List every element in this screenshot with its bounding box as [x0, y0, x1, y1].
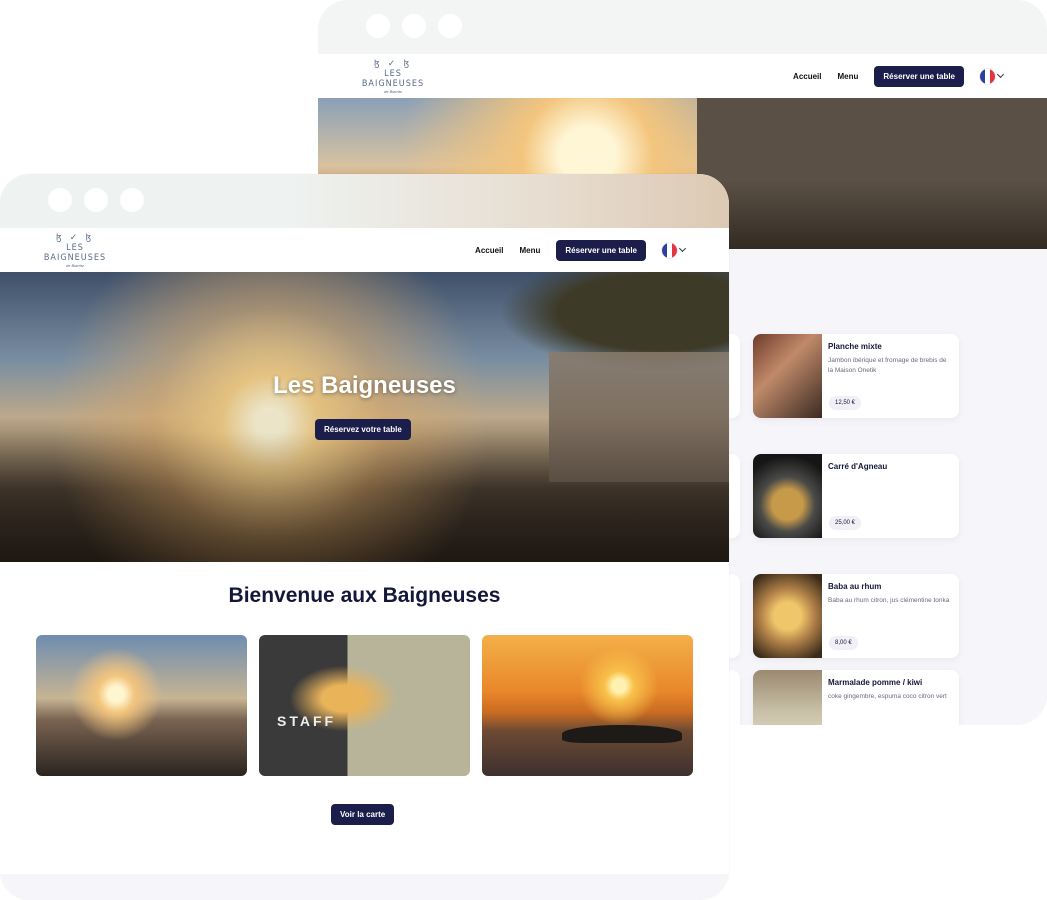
window-dot [48, 188, 72, 212]
gallery-photo-sunset[interactable] [482, 635, 693, 776]
hero-reserve-button[interactable]: Réservez votre table [315, 419, 411, 440]
menu-card[interactable]: Baba au rhum Baba au rhum citron, jus cl… [753, 574, 959, 658]
window-chrome [318, 0, 1047, 54]
window-dot [84, 188, 108, 212]
front-browser-window: ɮ ✓ ɮ LES BAIGNEUSES de Biarritz Accueil… [0, 174, 729, 900]
dish-image [753, 454, 822, 538]
language-selector[interactable] [662, 242, 687, 258]
dish-title: Planche mixte [828, 342, 882, 351]
staff-shirt-text: STAFF [277, 713, 337, 729]
dish-title: Carré d'Agneau [828, 462, 888, 471]
chevron-down-icon [996, 70, 1005, 79]
window-dot [120, 188, 144, 212]
site-logo[interactable]: ɮ ✓ ɮ LES BAIGNEUSES de Biarritz [40, 232, 110, 268]
dish-title: Baba au rhum [828, 582, 882, 591]
menu-card[interactable]: Marmalade pomme / kiwi coke gingembre, e… [753, 670, 959, 725]
welcome-heading: Bienvenue aux Baigneuses [228, 584, 501, 607]
view-menu-button[interactable]: Voir la carte [331, 804, 395, 825]
dish-image [753, 334, 822, 418]
dish-description: Baba au rhum citron, jus clémentine tonk… [828, 597, 950, 604]
menu-card-stub [728, 574, 740, 658]
gallery-photo-staff[interactable]: STAFF [259, 635, 470, 776]
dish-price: 8,00 € [829, 636, 858, 650]
menu-card[interactable]: Carré d'Agneau 25,00 € [753, 454, 959, 538]
dish-price: 25,00 € [829, 516, 862, 530]
hero-section: Les Baigneuses Réservez votre table [0, 272, 729, 562]
logo-subtitle: de Biarritz [65, 263, 84, 268]
nav-menu-link[interactable]: Menu [520, 246, 541, 255]
dish-image [753, 670, 822, 725]
nav-menu-link[interactable]: Menu [838, 72, 859, 81]
logo-name: LES BAIGNEUSES [361, 69, 425, 89]
dish-price: 12,50 € [829, 396, 862, 410]
france-flag-icon [662, 242, 677, 258]
menu-card[interactable]: Planche mixte Jambon ibérique et fromage… [753, 334, 959, 418]
logo-mark: ɮ ✓ ɮ [374, 58, 412, 68]
page-footer [0, 874, 729, 900]
menu-card-stub [728, 334, 740, 418]
menu-card-stub [728, 670, 740, 725]
gallery-photo-terrace[interactable] [36, 635, 247, 776]
dish-description: Jambon ibérique et fromage de brebis de … [828, 357, 947, 374]
hero-title: Les Baigneuses [273, 372, 456, 399]
language-selector[interactable] [980, 68, 1005, 84]
dish-title: Marmalade pomme / kiwi [828, 678, 923, 687]
france-flag-icon [980, 68, 995, 84]
nav-home-link[interactable]: Accueil [793, 72, 821, 81]
nav-home-link[interactable]: Accueil [475, 246, 503, 255]
logo-mark: ɮ ✓ ɮ [56, 232, 94, 242]
site-header: ɮ ✓ ɮ LES BAIGNEUSES de Biarritz Accueil… [318, 54, 1047, 98]
logo-subtitle: de Biarritz [383, 89, 402, 94]
rock-silhouette [562, 725, 682, 743]
reserve-table-button[interactable]: Réserver une table [874, 65, 964, 87]
window-dot [366, 14, 390, 38]
site-header: ɮ ✓ ɮ LES BAIGNEUSES de Biarritz Accueil… [0, 228, 729, 272]
dish-description: coke gingembre, espuma coco citron vert [828, 693, 947, 700]
window-dot [438, 14, 462, 38]
window-dot [402, 14, 426, 38]
menu-card-stub [728, 454, 740, 538]
dish-image [753, 574, 822, 658]
site-logo[interactable]: ɮ ✓ ɮ LES BAIGNEUSES de Biarritz [358, 58, 428, 94]
logo-name: LES BAIGNEUSES [43, 243, 107, 263]
reserve-table-button[interactable]: Réserver une table [556, 239, 646, 261]
chevron-down-icon [678, 244, 687, 253]
window-chrome [0, 174, 729, 228]
